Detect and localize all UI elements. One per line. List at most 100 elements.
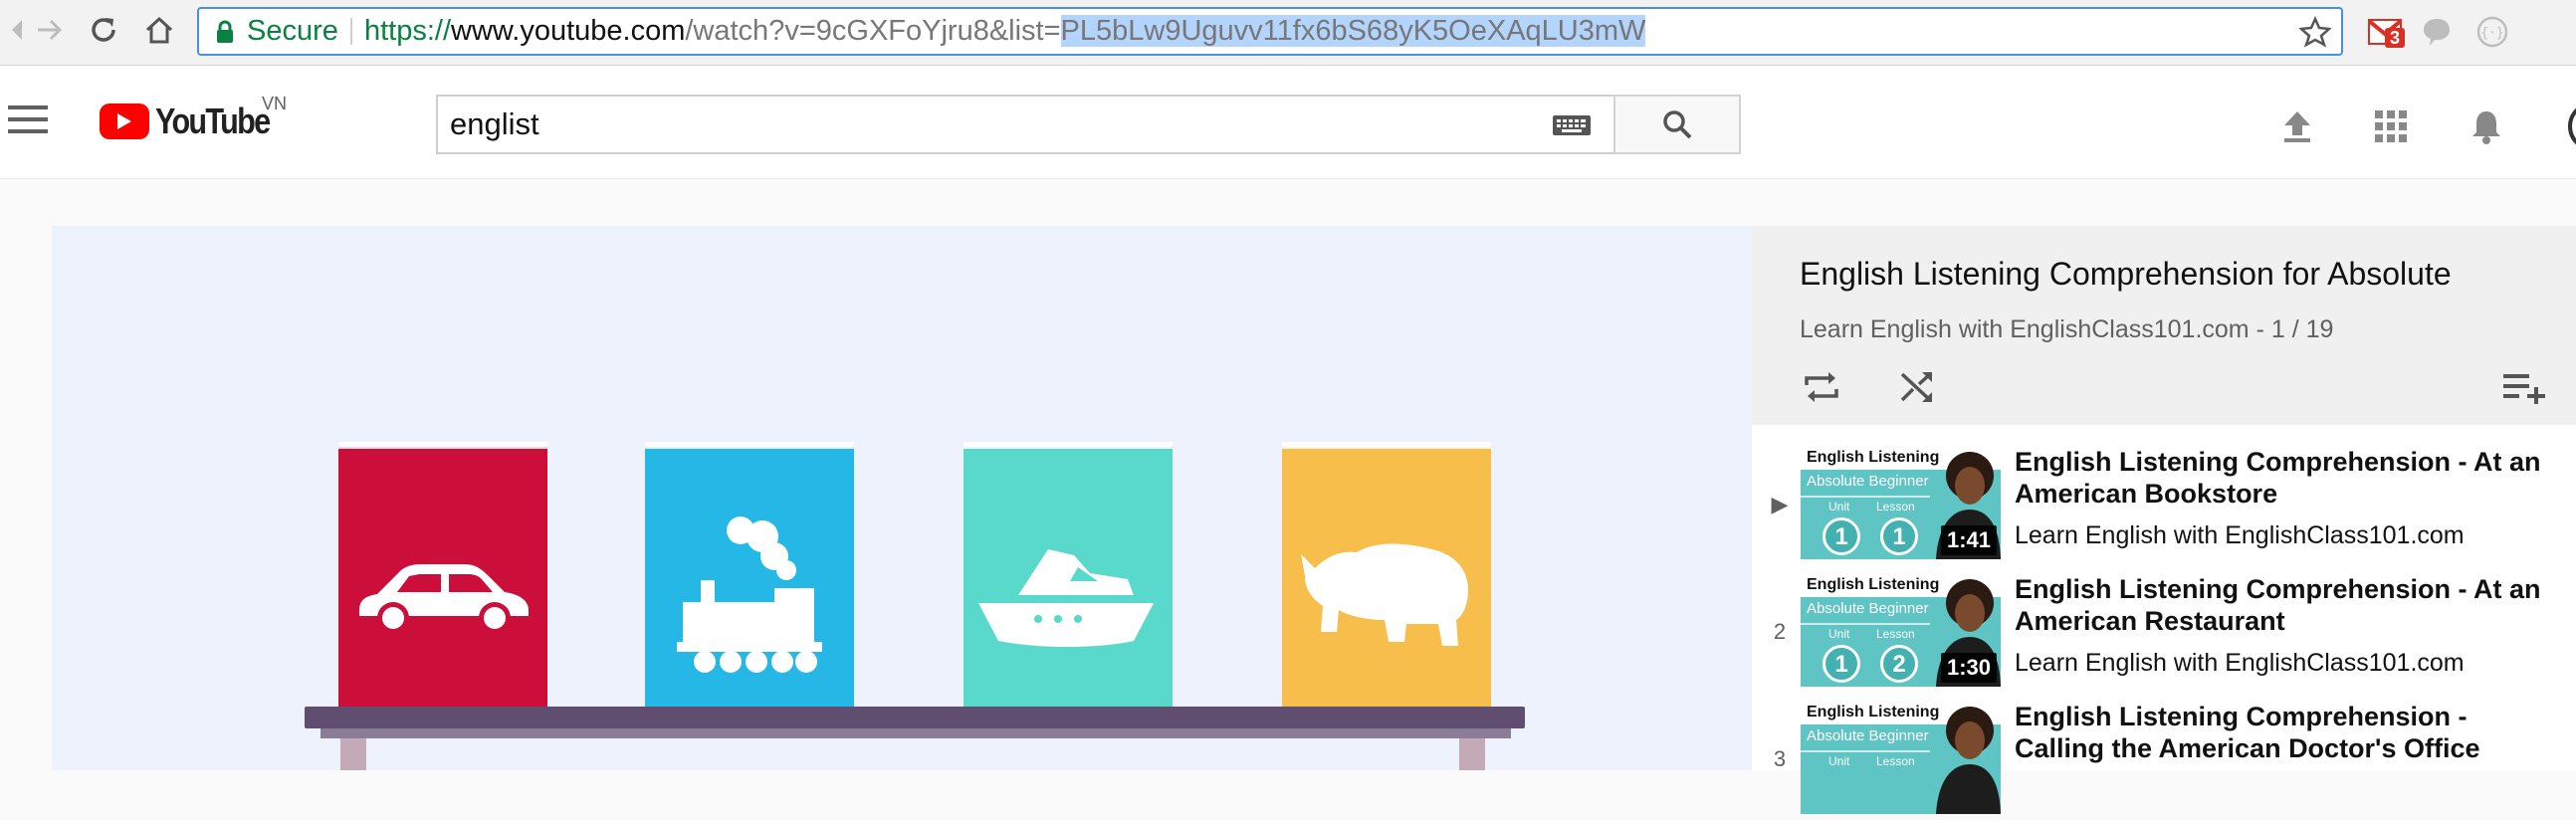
playlist-panel: English Listening Comprehension for Abso… [1752,226,2576,814]
url-path: /watch?v=9cGXFoYjru8&list= [685,15,1061,47]
thumbnail-lesson-number: 2 [1880,645,1918,683]
thumbnail-level: Absolute Beginner [1807,600,1929,617]
thumbnail-unit-label: Unit [1828,754,1850,768]
thumbnail-divider [1801,750,1930,752]
country-code: VN [262,94,288,113]
lock-icon [217,20,233,43]
thumbnail-series: English Listening [1807,449,1940,466]
apps-button[interactable] [2369,104,2413,148]
forward-button[interactable] [28,8,72,52]
search-input[interactable] [450,97,1445,152]
url-scheme: https:// [364,15,452,47]
upload-icon [2284,111,2310,142]
loop-button[interactable] [1800,365,1843,409]
rhino-icon [1282,497,1491,696]
book-pages [338,442,547,449]
playlist-item[interactable]: ▶ English Listening Absolute Beginner Un… [1752,438,2576,565]
upload-button[interactable] [2275,104,2319,148]
youtube-masthead: YouTube VN [0,66,2576,179]
thumbnail-lesson-label: Lesson [1876,500,1915,513]
book-pages [645,442,854,449]
video-player[interactable] [52,226,1752,770]
video-title[interactable]: English Listening Comprehension - Callin… [2015,701,2552,764]
reload-button[interactable] [82,8,125,52]
forward-arrow-icon [38,19,63,41]
chat-bubble-icon [2424,19,2450,46]
playlist-header: English Listening Comprehension for Abso… [1752,226,2576,425]
guide-menu-button[interactable] [8,105,48,135]
playlist-add-icon [2503,374,2545,404]
playlist-subtitle: Learn English with EnglishClass101.com -… [1800,315,2334,343]
shuffle-icon [1900,372,1932,402]
menu-line [8,117,48,121]
url-text[interactable]: https://www.youtube.com/watch?v=9cGXFoYj… [364,9,1646,54]
channel-name[interactable]: Learn English with EnglishClass101.com [2015,521,2465,550]
thumbnail-divider [1801,496,1930,498]
apps-grid-icon [2375,110,2407,142]
home-button[interactable] [137,8,181,52]
thumbnail-unit-number: 1 [1823,645,1860,683]
shuffle-button[interactable] [1895,365,1939,409]
car-icon [338,497,547,696]
book-red [338,442,547,711]
video-thumbnail[interactable]: English Listening Absolute Beginner Unit… [1801,701,2001,814]
chat-extension[interactable] [2417,12,2457,52]
thumbnail-lesson-label: Lesson [1876,754,1915,768]
playlist-item[interactable]: 3 English Listening Absolute Beginner Un… [1752,693,2576,820]
logo-wordmark: YouTube [155,101,271,141]
bookmark-star-icon[interactable] [2299,16,2331,48]
avatar[interactable] [2568,102,2576,151]
thumbnail-lesson-label: Lesson [1876,627,1915,641]
thumbnail-unit-label: Unit [1828,627,1850,641]
book-teal [964,442,1173,711]
loop-icon [1805,372,1838,402]
playlist-index: 3 [1773,746,1787,771]
thumbnail-unit-label: Unit [1828,500,1850,513]
thumbnail-divider [1801,623,1930,625]
video-title[interactable]: English Listening Comprehension - At an … [2015,446,2552,510]
menu-line [8,129,48,133]
reload-icon [92,18,115,42]
youtube-logo[interactable]: YouTube VN [100,94,290,143]
url-host: www.youtube.com [451,15,686,47]
youtube-play-logo-icon [100,103,149,139]
thumbnail-series: English Listening [1807,576,1940,593]
thumbnail-unit-number: 1 [1823,517,1860,555]
video-duration: 1:30 [1940,653,1997,683]
search-icon [1663,110,1692,139]
thumbnail-level: Absolute Beginner [1807,473,1929,490]
home-icon [145,16,173,44]
svg-text:{·}: {·} [2480,26,2503,41]
playlist-item[interactable]: 2 English Listening Absolute Beginner Un… [1752,565,2576,693]
playlist-title[interactable]: English Listening Comprehension for Abso… [1800,256,2452,293]
book-blue [645,442,854,711]
video-thumbnail[interactable]: English Listening Absolute Beginner Unit… [1801,573,2001,687]
shelf-front [321,728,1511,738]
thumbnail-lesson-number: 1 [1880,517,1918,555]
video-thumbnail[interactable]: English Listening Absolute Beginner Unit… [1801,446,2001,559]
address-bar[interactable]: Secure https://www.youtube.com/watch?v=9… [197,7,2343,56]
video-duration: 1:41 [1940,525,1997,555]
playlist-index: 2 [1773,619,1787,644]
thumbnail-level: Absolute Beginner [1807,727,1929,744]
channel-name[interactable]: Learn English with EnglishClass101.com [2015,649,2465,678]
train-icon [645,497,854,696]
keyboard-icon[interactable] [1552,114,1592,136]
book-yellow [1282,442,1491,711]
video-title[interactable]: English Listening Comprehension - At an … [2015,573,2552,637]
gmail-extension[interactable]: 3 [2365,12,2406,52]
thumbnail-series: English Listening [1807,704,1940,720]
presenter-image [1936,707,2001,814]
url-selected-text: PL5bLw9Uguvv11fx6bS68yK5OeXAqLU3mW [1060,15,1646,47]
bell-icon [2472,111,2500,144]
search-button[interactable] [1613,95,1741,154]
book-pages [1282,442,1491,449]
code-extension[interactable]: {·} [2472,12,2512,52]
now-playing-indicator: ▶ [1771,492,1789,516]
notifications-button[interactable] [2465,104,2508,148]
save-playlist-button[interactable] [2502,365,2546,409]
browser-toolbar: Secure https://www.youtube.com/watch?v=9… [0,0,2576,66]
boat-icon [964,497,1173,696]
shelf-leg [1459,738,1485,770]
bookshelf [305,707,1525,728]
